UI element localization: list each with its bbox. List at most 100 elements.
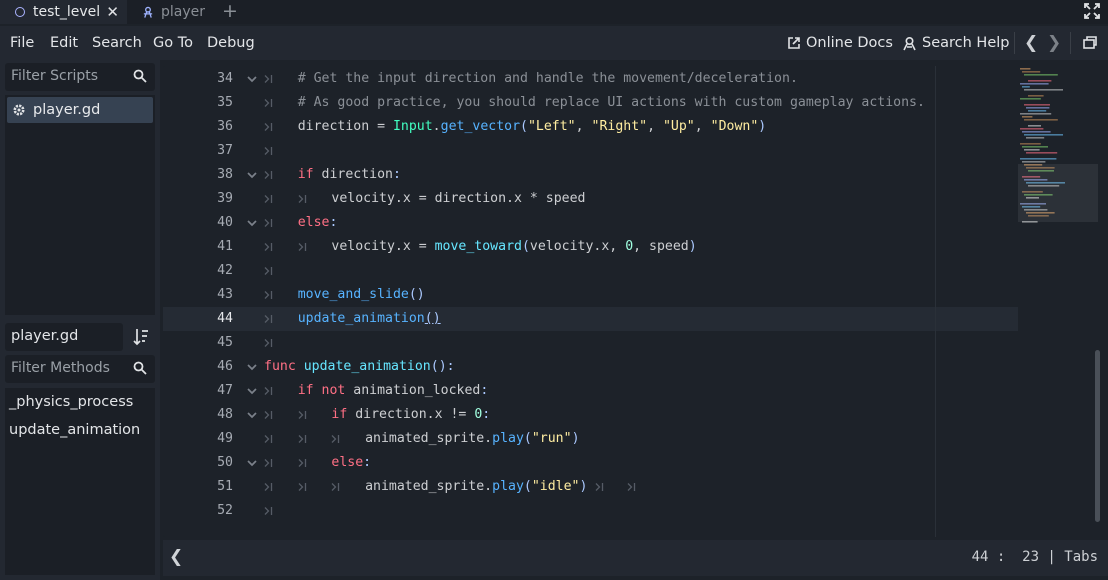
editor-status-bar: ❮ 44 : 23 | Tabs xyxy=(163,540,1108,576)
scene-tab-bar: test_level ✕ player + xyxy=(0,0,1108,24)
code-line[interactable]: 43 move_and_slide() xyxy=(163,283,1018,307)
tab-indent-marker xyxy=(264,243,273,251)
tab-indent-marker xyxy=(264,195,273,203)
vertical-scrollbar[interactable] xyxy=(1095,350,1100,522)
minimap-line xyxy=(1026,107,1050,109)
code-editor[interactable]: 34 # Get the input direction and handle t… xyxy=(163,66,1103,537)
line-number: 49 xyxy=(217,431,233,446)
fold-arrow-icon[interactable] xyxy=(246,355,258,379)
tab-indent-marker xyxy=(331,435,340,443)
code-line[interactable]: 41 velocity.x = move_toward(velocity.x, 0… xyxy=(163,235,1018,259)
online-docs-label: Online Docs xyxy=(806,35,893,51)
search-help-label: Search Help xyxy=(922,35,1010,51)
code-line[interactable]: 36 direction = Input.get_vector("Left", "… xyxy=(163,115,1018,139)
filter-scripts-input[interactable]: Filter Scripts xyxy=(5,63,155,91)
tab-indent-marker xyxy=(298,459,306,467)
code-text: # As good practice, you should replace U… xyxy=(297,95,925,110)
tab-indent-marker xyxy=(298,483,306,491)
code-line[interactable]: 44 update_animation() xyxy=(163,307,1018,331)
tab-indent-marker xyxy=(264,339,273,347)
float-window-icon[interactable] xyxy=(1083,36,1097,53)
help-search-icon xyxy=(903,36,916,50)
fold-arrow-icon[interactable] xyxy=(246,211,258,235)
code-line[interactable]: 51 animated_sprite.play("idle") xyxy=(163,475,1018,499)
minimap-line xyxy=(1022,146,1048,148)
menu-debug[interactable]: Debug xyxy=(207,26,255,60)
add-tab-button[interactable]: + xyxy=(222,0,238,24)
tab-indent-marker xyxy=(264,435,273,443)
line-number: 45 xyxy=(217,335,233,350)
method-list: _physics_process update_animation xyxy=(5,388,155,575)
filter-methods-placeholder: Filter Methods xyxy=(11,360,110,376)
code-line[interactable]: 38 if direction: xyxy=(163,163,1018,187)
menu-go-to[interactable]: Go To xyxy=(153,26,193,60)
minimap-line xyxy=(1028,95,1044,97)
external-link-icon xyxy=(788,37,800,49)
minimap-line xyxy=(1028,125,1041,127)
code-line[interactable]: 52 xyxy=(163,499,1018,523)
line-number: 35 xyxy=(217,95,233,110)
distraction-free-icon[interactable] xyxy=(1084,3,1100,19)
minimap-line xyxy=(1026,152,1058,154)
code-line[interactable]: 40 else: xyxy=(163,211,1018,235)
tab-player[interactable]: player xyxy=(134,0,214,24)
code-line[interactable]: 49 animated_sprite.play("run") xyxy=(163,427,1018,451)
code-line[interactable]: 39 velocity.x = direction.x * speed xyxy=(163,187,1018,211)
minimap-line xyxy=(1022,71,1041,73)
fold-arrow-icon[interactable] xyxy=(246,67,258,91)
online-docs-button[interactable]: Online Docs xyxy=(787,26,893,60)
tab-indent-marker xyxy=(264,267,273,275)
toggle-scripts-panel-icon[interactable]: ❮ xyxy=(169,547,183,567)
code-text: if not animation_locked: xyxy=(297,383,489,398)
code-line[interactable]: 37 xyxy=(163,139,1018,163)
method-item[interactable]: update_animation xyxy=(9,422,140,438)
minimap-line xyxy=(1020,113,1052,115)
line-number: 39 xyxy=(217,191,233,206)
code-text: func update_animation(): xyxy=(264,359,455,374)
menu-search[interactable]: Search xyxy=(92,26,142,60)
minimap-line xyxy=(1020,128,1044,130)
fold-arrow-icon[interactable] xyxy=(246,379,258,403)
code-line[interactable]: 34 # Get the input direction and handle t… xyxy=(163,67,1018,91)
minimap-line xyxy=(1020,98,1041,100)
script-item-player[interactable]: player.gd xyxy=(7,97,153,123)
minimap-line xyxy=(1022,161,1046,163)
code-line[interactable]: 47 if not animation_locked: xyxy=(163,379,1018,403)
fold-arrow-icon[interactable] xyxy=(246,163,258,187)
line-number: 38 xyxy=(217,167,233,182)
filter-methods-input[interactable]: Filter Methods xyxy=(5,355,155,383)
sort-icon[interactable] xyxy=(133,328,149,346)
method-item[interactable]: _physics_process xyxy=(9,394,133,410)
history-forward-icon[interactable]: ❯ xyxy=(1047,26,1061,60)
code-text: animated_sprite.play("run") xyxy=(365,431,580,446)
close-tab-icon[interactable]: ✕ xyxy=(106,3,119,21)
code-line[interactable]: 50 else: xyxy=(163,451,1018,475)
minimap-viewport[interactable] xyxy=(1018,164,1098,222)
code-line[interactable]: 48 if direction.x != 0: xyxy=(163,403,1018,427)
menu-file[interactable]: File xyxy=(10,26,34,60)
code-line[interactable]: 45 xyxy=(163,331,1018,355)
code-line[interactable]: 42 xyxy=(163,259,1018,283)
fold-arrow-icon[interactable] xyxy=(246,403,258,427)
code-line[interactable]: 46 func update_animation(): xyxy=(163,355,1018,379)
tab-indent-marker xyxy=(264,459,273,467)
tab-indent-marker xyxy=(298,195,306,203)
code-line[interactable]: 35 # As good practice, you should replace… xyxy=(163,91,1018,115)
tab-test-level[interactable]: test_level ✕ xyxy=(0,0,127,24)
history-back-icon[interactable]: ❮ xyxy=(1024,26,1038,60)
current-script-name: player.gd xyxy=(5,323,123,351)
tab-label: test_level xyxy=(33,4,101,20)
cursor-position-status: 44 : 23 | Tabs xyxy=(971,549,1098,565)
fold-arrow-icon[interactable] xyxy=(246,451,258,475)
script-item-label: player.gd xyxy=(33,102,101,118)
tab-indent-marker xyxy=(264,483,273,491)
tab-indent-marker xyxy=(264,411,273,419)
line-number: 34 xyxy=(217,71,233,86)
tab-indent-marker xyxy=(627,483,635,491)
line-number: 44 xyxy=(217,311,233,326)
minimap-line xyxy=(1024,104,1050,106)
search-help-button[interactable]: Search Help xyxy=(902,26,1009,60)
line-number: 42 xyxy=(217,263,233,278)
code-text: if direction: xyxy=(297,167,401,182)
menu-edit[interactable]: Edit xyxy=(50,26,78,60)
